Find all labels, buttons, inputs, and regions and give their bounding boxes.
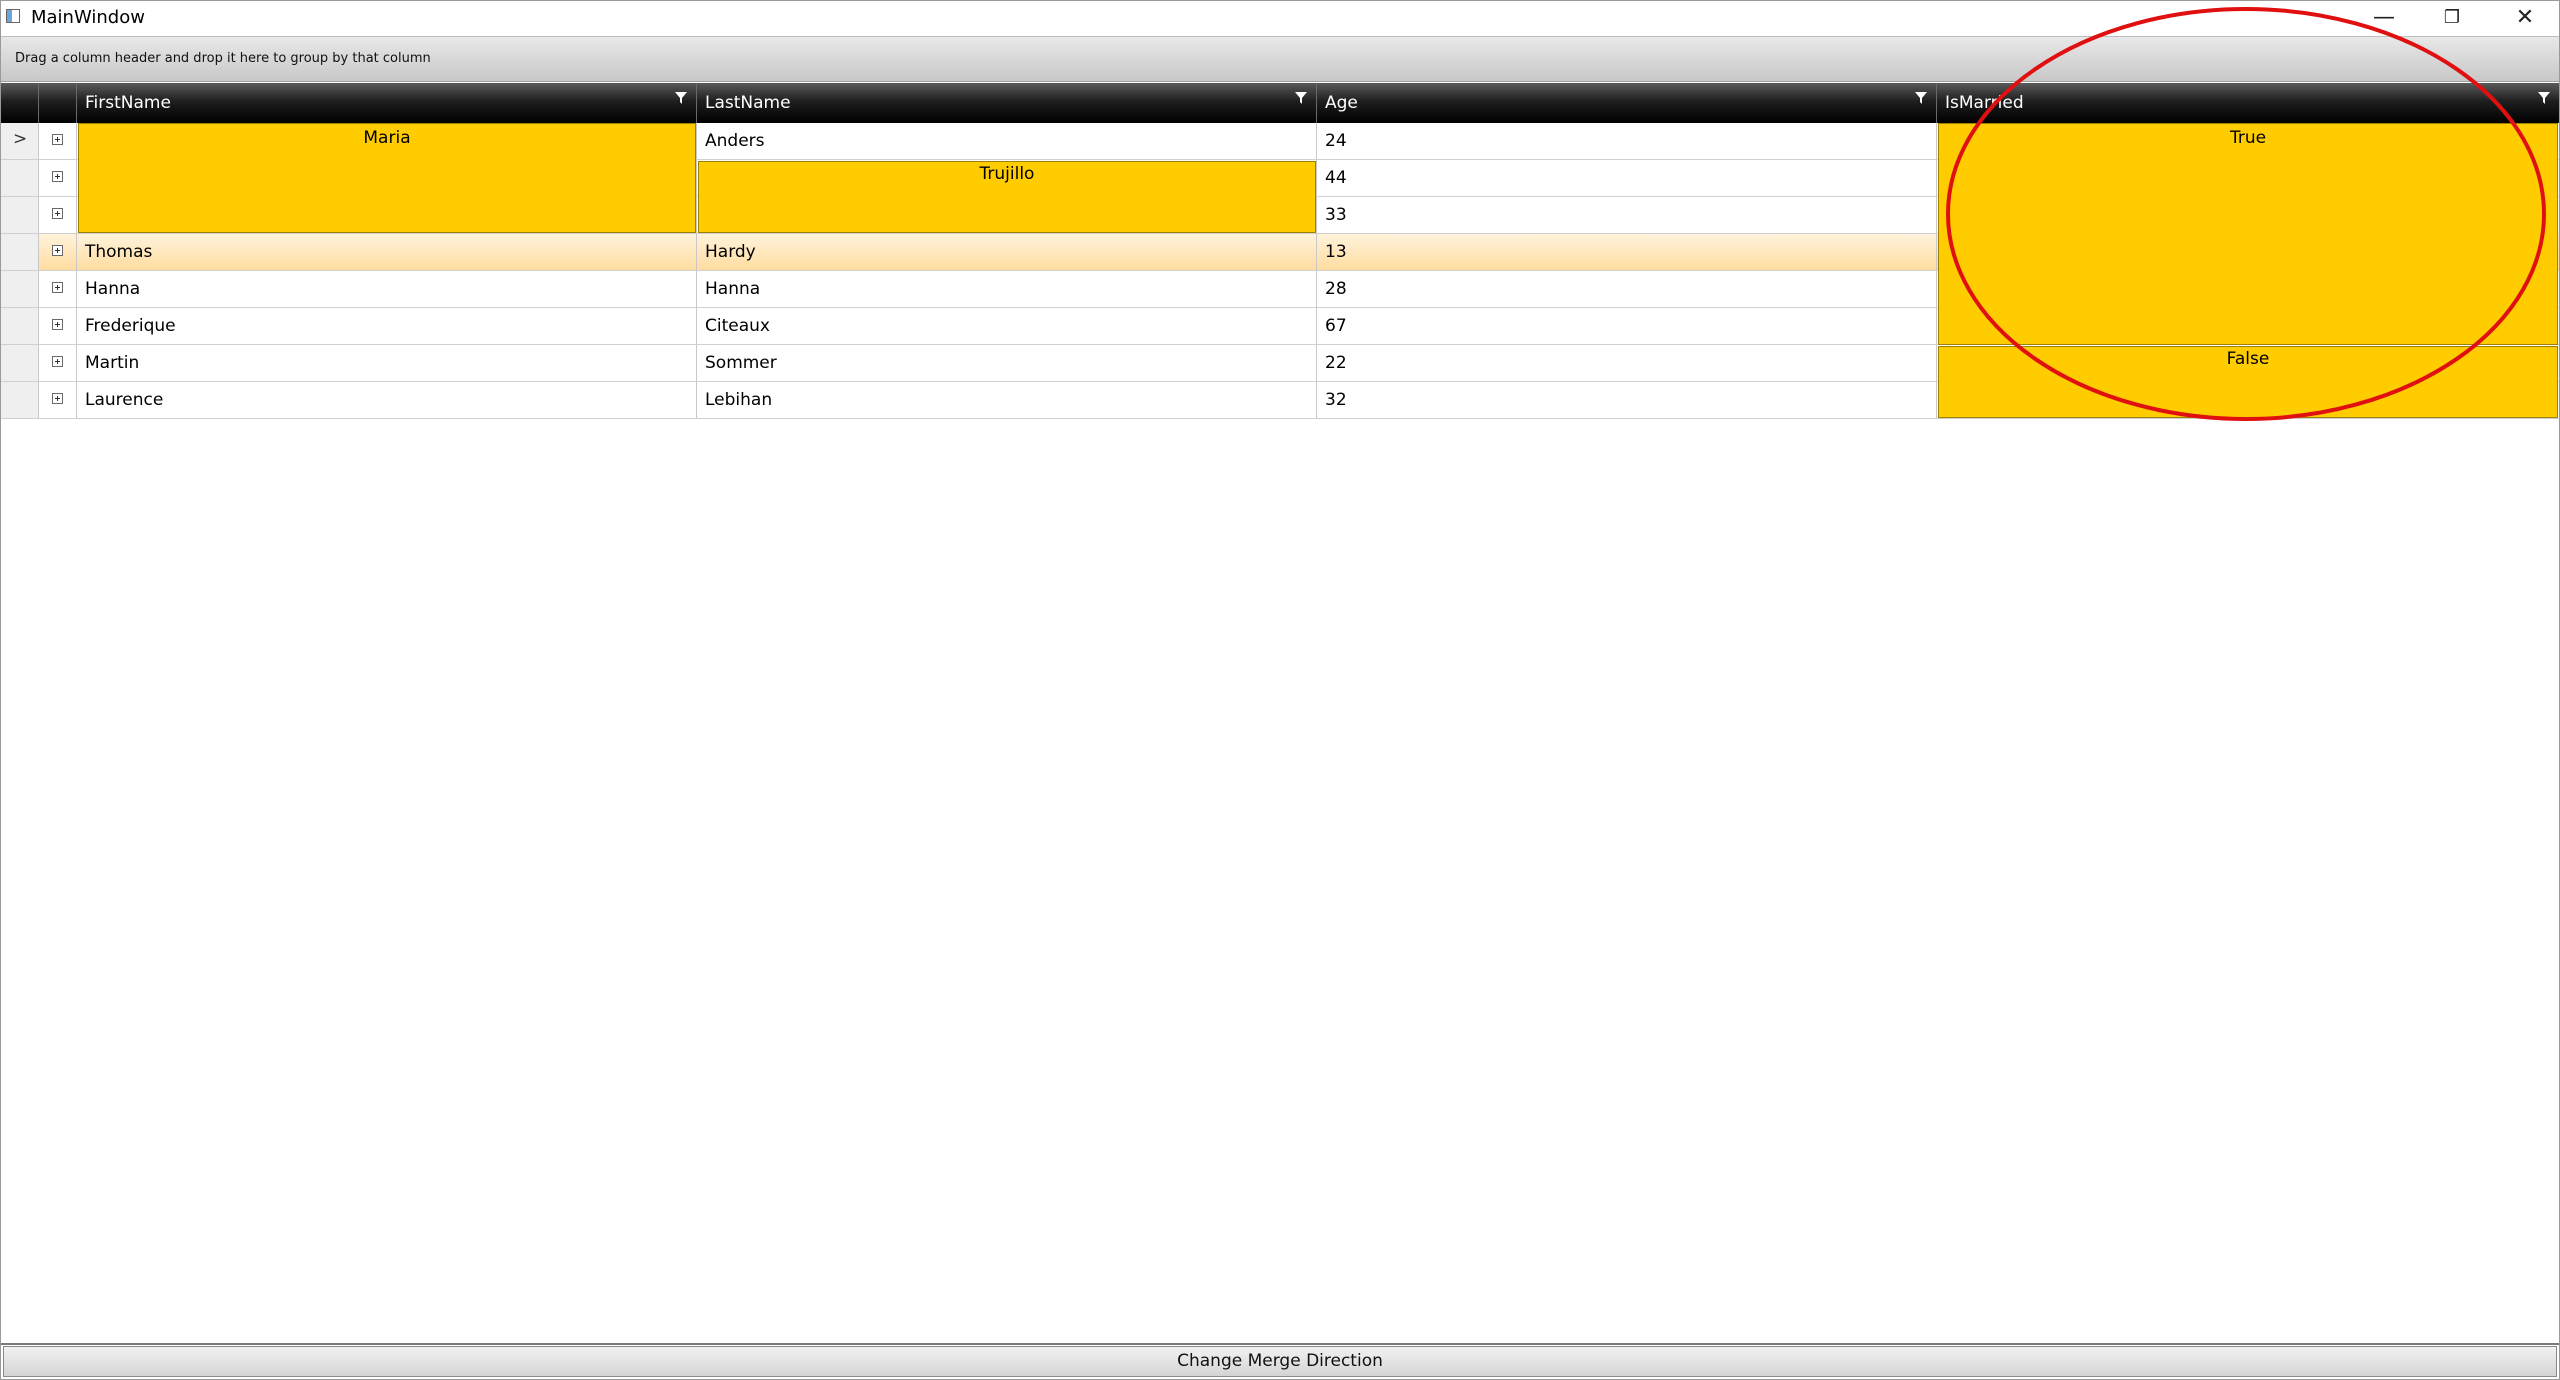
row-expander[interactable] (39, 234, 77, 270)
cell-firstname[interactable]: Thomas (77, 234, 697, 270)
cell-lastname[interactable]: Citeaux (697, 308, 1317, 344)
cell-age[interactable]: 33 (1317, 197, 1937, 233)
filter-icon[interactable] (1294, 91, 1308, 105)
column-header-label: Age (1325, 93, 1358, 113)
row-expander[interactable] (39, 382, 77, 418)
expand-plus-icon[interactable] (52, 393, 63, 404)
column-header-label: LastName (705, 93, 791, 113)
cell-lastname[interactable]: Lebihan (697, 382, 1317, 418)
expand-plus-icon[interactable] (52, 319, 63, 330)
row-header[interactable] (1, 271, 39, 307)
row-indicator-header (1, 83, 39, 123)
row-header[interactable] (1, 197, 39, 233)
row-header[interactable] (1, 160, 39, 196)
row-header[interactable]: > (1, 123, 39, 159)
grid-body: > Anders 24 44 33 Thomas Hardy 13 Hanna … (1, 123, 2559, 423)
merged-cell-ismarried-false[interactable]: False (1938, 346, 2558, 418)
row-expander[interactable] (39, 197, 77, 233)
change-merge-direction-button[interactable]: Change Merge Direction (3, 1346, 2557, 1377)
expander-header (39, 83, 77, 123)
cell-age[interactable]: 44 (1317, 160, 1937, 196)
row-header[interactable] (1, 345, 39, 381)
close-button[interactable]: ✕ (2491, 1, 2559, 34)
column-header-label: IsMarried (1945, 93, 2024, 113)
row-header[interactable] (1, 308, 39, 344)
cell-firstname[interactable]: Frederique (77, 308, 697, 344)
row-expander[interactable] (39, 160, 77, 196)
merged-cell-firstname[interactable]: Maria (78, 123, 696, 233)
cell-age[interactable]: 67 (1317, 308, 1937, 344)
merged-cell-text: True (2229, 128, 2267, 148)
column-header-row: FirstName LastName Age IsMarried (1, 83, 2559, 123)
column-header-label: FirstName (85, 93, 171, 113)
main-window: MainWindow — ❐ ✕ Drag a column header an… (0, 0, 2560, 1380)
expand-plus-icon[interactable] (52, 171, 63, 182)
merged-cell-text: Maria (363, 128, 411, 148)
row-header[interactable] (1, 382, 39, 418)
group-by-panel[interactable]: Drag a column header and drop it here to… (1, 36, 2559, 82)
cell-lastname[interactable]: Hardy (697, 234, 1317, 270)
minimize-button[interactable]: — (2350, 1, 2418, 34)
column-header-age[interactable]: Age (1317, 83, 1937, 123)
restore-button[interactable]: ❐ (2418, 1, 2486, 34)
expand-plus-icon[interactable] (52, 356, 63, 367)
title-bar[interactable]: MainWindow — ❐ ✕ (1, 1, 2559, 34)
column-header-lastname[interactable]: LastName (697, 83, 1317, 123)
row-expander[interactable] (39, 308, 77, 344)
filter-icon[interactable] (674, 91, 688, 105)
merged-cell-text: Trujillo (979, 164, 1035, 184)
expand-plus-icon[interactable] (52, 134, 63, 145)
expand-plus-icon[interactable] (52, 282, 63, 293)
merged-cell-text: False (2226, 349, 2270, 369)
cell-lastname[interactable]: Anders (697, 123, 1317, 159)
cell-lastname[interactable]: Sommer (697, 345, 1317, 381)
divider (1, 1343, 2559, 1345)
expand-plus-icon[interactable] (52, 245, 63, 256)
merged-cell-lastname[interactable]: Trujillo (698, 161, 1316, 233)
cell-lastname[interactable]: Hanna (697, 271, 1317, 307)
cell-age[interactable]: 22 (1317, 345, 1937, 381)
current-row-indicator: > (13, 129, 28, 149)
cell-firstname[interactable]: Martin (77, 345, 697, 381)
cell-age[interactable]: 24 (1317, 123, 1937, 159)
app-icon (6, 9, 20, 23)
window-title: MainWindow (31, 7, 145, 28)
column-header-ismarried[interactable]: IsMarried (1937, 83, 2559, 123)
expand-plus-icon[interactable] (52, 208, 63, 219)
merged-cell-ismarried-true[interactable]: True (1938, 123, 2558, 345)
cell-age[interactable]: 32 (1317, 382, 1937, 418)
row-expander[interactable] (39, 123, 77, 159)
column-header-firstname[interactable]: FirstName (77, 83, 697, 123)
cell-firstname[interactable]: Hanna (77, 271, 697, 307)
cell-firstname[interactable]: Laurence (77, 382, 697, 418)
cell-age[interactable]: 28 (1317, 271, 1937, 307)
row-header[interactable] (1, 234, 39, 270)
group-panel-hint: Drag a column header and drop it here to… (15, 51, 431, 66)
row-expander[interactable] (39, 271, 77, 307)
filter-icon[interactable] (1914, 91, 1928, 105)
filter-icon[interactable] (2537, 91, 2551, 105)
cell-age[interactable]: 13 (1317, 234, 1937, 270)
row-expander[interactable] (39, 345, 77, 381)
